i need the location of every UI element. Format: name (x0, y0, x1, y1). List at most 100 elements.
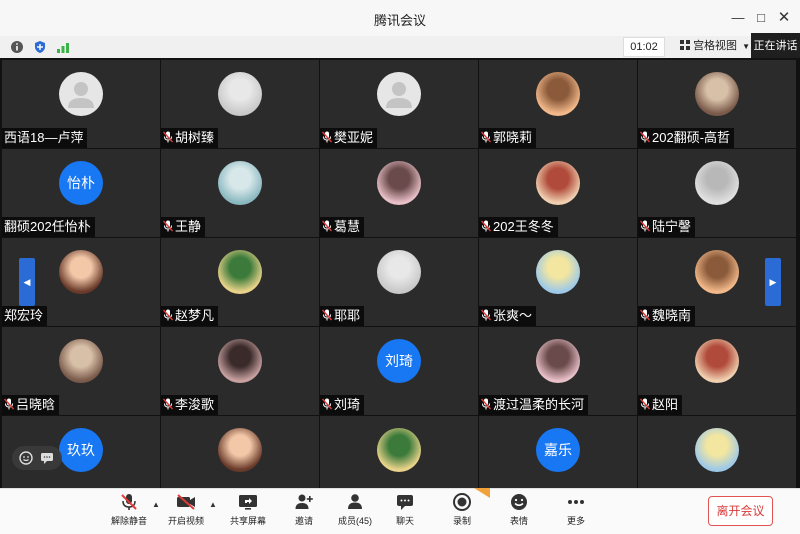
participant-tile[interactable] (638, 416, 796, 488)
participant-tile[interactable]: 202翻硕-高哲 (638, 60, 796, 148)
participant-avatar-photo (536, 339, 580, 383)
more-dots-icon (568, 500, 584, 504)
participant-name-text: 渡过温柔的长河 (493, 397, 585, 412)
window-title: 腾讯会议 (373, 13, 426, 28)
participant-tile[interactable]: 耶耶 (320, 238, 478, 326)
muted-mic-icon (163, 398, 173, 410)
next-page-button[interactable]: ▶ (765, 258, 781, 306)
participant-name-label: 202王冬冬 (479, 217, 558, 237)
video-options-chevron-icon[interactable]: ▲ (209, 500, 217, 509)
participant-name-label: 樊亚妮 (320, 128, 378, 148)
floating-chat-controls[interactable] (12, 446, 62, 470)
participant-avatar-photo (695, 250, 739, 294)
participant-name-text: 202翻硕-高哲 (652, 130, 731, 145)
participant-avatar-photo (536, 161, 580, 205)
participant-avatar-initials: 嘉乐 (536, 428, 580, 472)
start-video-button[interactable]: 开启视频 (158, 492, 214, 530)
security-shield-icon[interactable] (33, 40, 47, 54)
participant-tile[interactable]: 王静 (161, 149, 319, 237)
participant-name-text: 翻硕202任怡朴 (4, 219, 91, 234)
participant-tile[interactable]: 李浚歌 (161, 327, 319, 415)
new-badge-icon (474, 488, 490, 498)
participant-tile[interactable] (320, 416, 478, 488)
participant-avatar-photo (695, 428, 739, 472)
close-icon[interactable]: ✕ (774, 8, 794, 28)
participant-name-text: 李浚歌 (175, 397, 215, 412)
record-label: 录制 (452, 516, 471, 526)
participant-name-text: 西语18—卢萍 (4, 130, 84, 145)
participant-tile[interactable]: 赵阳 (638, 327, 796, 415)
prev-page-button[interactable]: ◀ (19, 258, 35, 306)
chat-bubble-icon[interactable] (40, 451, 54, 465)
participant-name-label: 刘琦 (320, 395, 365, 415)
share-screen-icon (239, 495, 257, 510)
participant-name-text: 魏晓南 (652, 308, 692, 323)
muted-mic-icon (481, 131, 491, 143)
add-user-icon (295, 494, 313, 509)
participant-tile[interactable]: 刘琦 刘琦 (320, 327, 478, 415)
participant-avatar-photo (377, 250, 421, 294)
speaking-indicator: 正在讲话 (751, 33, 800, 60)
muted-mic-icon (4, 398, 14, 410)
grid-view-toggle[interactable]: 宫格视图 ▼ (680, 37, 750, 55)
title-bar: 腾讯会议 — □ ✕ (0, 0, 800, 36)
participant-name-label: 翻硕202任怡朴 (2, 217, 95, 237)
record-icon (453, 493, 471, 511)
participant-tile[interactable]: 葛慧 (320, 149, 478, 237)
participant-tile[interactable]: 胡树臻 (161, 60, 319, 148)
participant-tile[interactable]: 赵梦凡 (161, 238, 319, 326)
participant-name-text: 胡树臻 (175, 130, 215, 145)
participant-grid: 西语18—卢萍 胡树臻 樊亚妮 郭晓莉 202翻硕-高哲 怡朴 翻硕202任怡朴 王静 葛慧 20… (0, 58, 800, 488)
share-screen-button[interactable]: 共享屏幕 (220, 492, 276, 530)
participant-tile[interactable]: 嘉乐 (479, 416, 637, 488)
participant-tile[interactable]: 202王冬冬 (479, 149, 637, 237)
participant-name-label: 李浚歌 (161, 395, 219, 415)
participant-tile[interactable]: 郭晓莉 (479, 60, 637, 148)
participant-name-text: 张爽～ (493, 308, 533, 323)
participant-avatar-photo (377, 428, 421, 472)
unmute-button[interactable]: 解除静音 (101, 492, 157, 530)
leave-meeting-button[interactable]: 离开会议 (708, 496, 773, 526)
maximize-icon[interactable]: □ (751, 8, 771, 28)
participant-tile[interactable] (161, 416, 319, 488)
chat-button[interactable]: 聊天 (377, 492, 433, 530)
minimize-icon[interactable]: — (728, 8, 748, 28)
muted-mic-icon (640, 398, 650, 410)
participant-name-label: 张爽～ (479, 306, 537, 326)
participant-name-label: 西语18—卢萍 (2, 128, 88, 148)
avatar-initials-text: 怡朴 (67, 175, 95, 191)
participant-tile[interactable]: 陆宁謦 (638, 149, 796, 237)
participant-avatar-photo (59, 339, 103, 383)
participant-tile[interactable]: 樊亚妮 (320, 60, 478, 148)
start-video-label: 开启视频 (167, 516, 204, 526)
muted-mic-icon (163, 131, 173, 143)
record-button[interactable]: 录制 (434, 488, 490, 530)
participant-avatar-photo (695, 339, 739, 383)
emoji-icon[interactable] (19, 451, 33, 465)
participant-tile[interactable]: 西语18—卢萍 (2, 60, 160, 148)
participant-tile[interactable]: 渡过温柔的长河 (479, 327, 637, 415)
share-screen-label: 共享屏幕 (229, 516, 266, 526)
members-button[interactable]: 成员(45) (327, 492, 383, 530)
grid-icon (680, 40, 690, 50)
participant-tile[interactable]: 张爽～ (479, 238, 637, 326)
reactions-button[interactable]: 表情 (491, 492, 547, 530)
emoji-face-icon (511, 494, 527, 510)
members-icon (348, 494, 362, 509)
camera-off-icon (177, 494, 195, 510)
participant-name-label: 吕晓晗 (2, 395, 60, 415)
participant-tile[interactable]: 吕晓晗 (2, 327, 160, 415)
info-icon[interactable] (10, 40, 24, 54)
invite-button[interactable]: 邀请 (276, 492, 332, 530)
signal-strength-icon[interactable] (56, 40, 70, 54)
participant-tile[interactable]: 怡朴翻硕202任怡朴 (2, 149, 160, 237)
participant-avatar-initials: 玖玖 (59, 428, 103, 472)
chat-icon (397, 495, 413, 510)
participant-name-label: 王静 (161, 217, 206, 237)
participant-name-label: 耶耶 (320, 306, 365, 326)
participant-name-text: 刘琦 (334, 397, 361, 412)
participant-name-text: 202王冬冬 (493, 219, 554, 234)
more-button[interactable]: 更多 (548, 492, 604, 530)
microphone-muted-icon (121, 494, 137, 510)
participant-avatar-photo (218, 161, 262, 205)
